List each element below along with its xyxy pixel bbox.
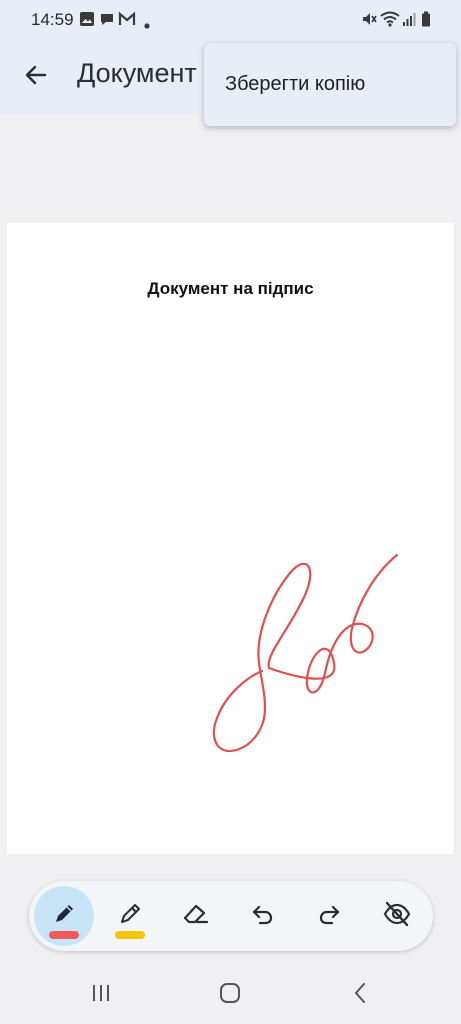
arrow-left-icon	[23, 62, 49, 93]
eraser-icon	[181, 900, 211, 933]
page-title: Документ	[77, 58, 197, 88]
chevron-left-icon	[352, 982, 368, 1009]
pen-tool-button[interactable]	[34, 886, 94, 946]
pen-icon	[50, 900, 78, 933]
document-page[interactable]: Документ на підпис	[7, 223, 454, 854]
recent-apps-button[interactable]	[86, 982, 116, 1008]
eraser-tool-button[interactable]	[166, 886, 226, 946]
drawing-toolbar	[29, 881, 433, 951]
status-time: 14:59	[31, 10, 74, 29]
chat-icon	[99, 11, 115, 32]
status-bar: 14:59	[0, 0, 461, 40]
eye-off-icon	[382, 900, 412, 933]
signature-drawing	[212, 553, 399, 753]
battery-icon	[421, 11, 431, 32]
redo-icon	[316, 901, 342, 932]
back-button[interactable]	[14, 55, 58, 99]
mute-icon	[361, 11, 377, 32]
system-nav-bar	[0, 964, 461, 1024]
overflow-menu: Зберегти копію	[204, 43, 456, 126]
pen-color-indicator	[49, 931, 79, 939]
highlighter-tool-button[interactable]	[100, 886, 160, 946]
hide-annotations-button[interactable]	[367, 886, 427, 946]
gallery-icon	[79, 11, 95, 32]
home-button[interactable]	[215, 982, 245, 1008]
undo-icon	[250, 901, 276, 932]
redo-button[interactable]	[299, 886, 359, 946]
gmail-icon	[118, 11, 136, 32]
recents-icon	[90, 983, 112, 1008]
undo-button[interactable]	[233, 886, 293, 946]
highlighter-color-indicator	[115, 931, 145, 939]
menu-item-save-copy[interactable]: Зберегти копію	[204, 43, 456, 126]
wifi-icon	[380, 11, 400, 32]
home-icon	[219, 982, 241, 1009]
nav-back-button[interactable]	[345, 982, 375, 1008]
highlighter-icon	[116, 900, 144, 933]
signal-icon	[402, 11, 416, 32]
dot-icon	[144, 16, 150, 34]
